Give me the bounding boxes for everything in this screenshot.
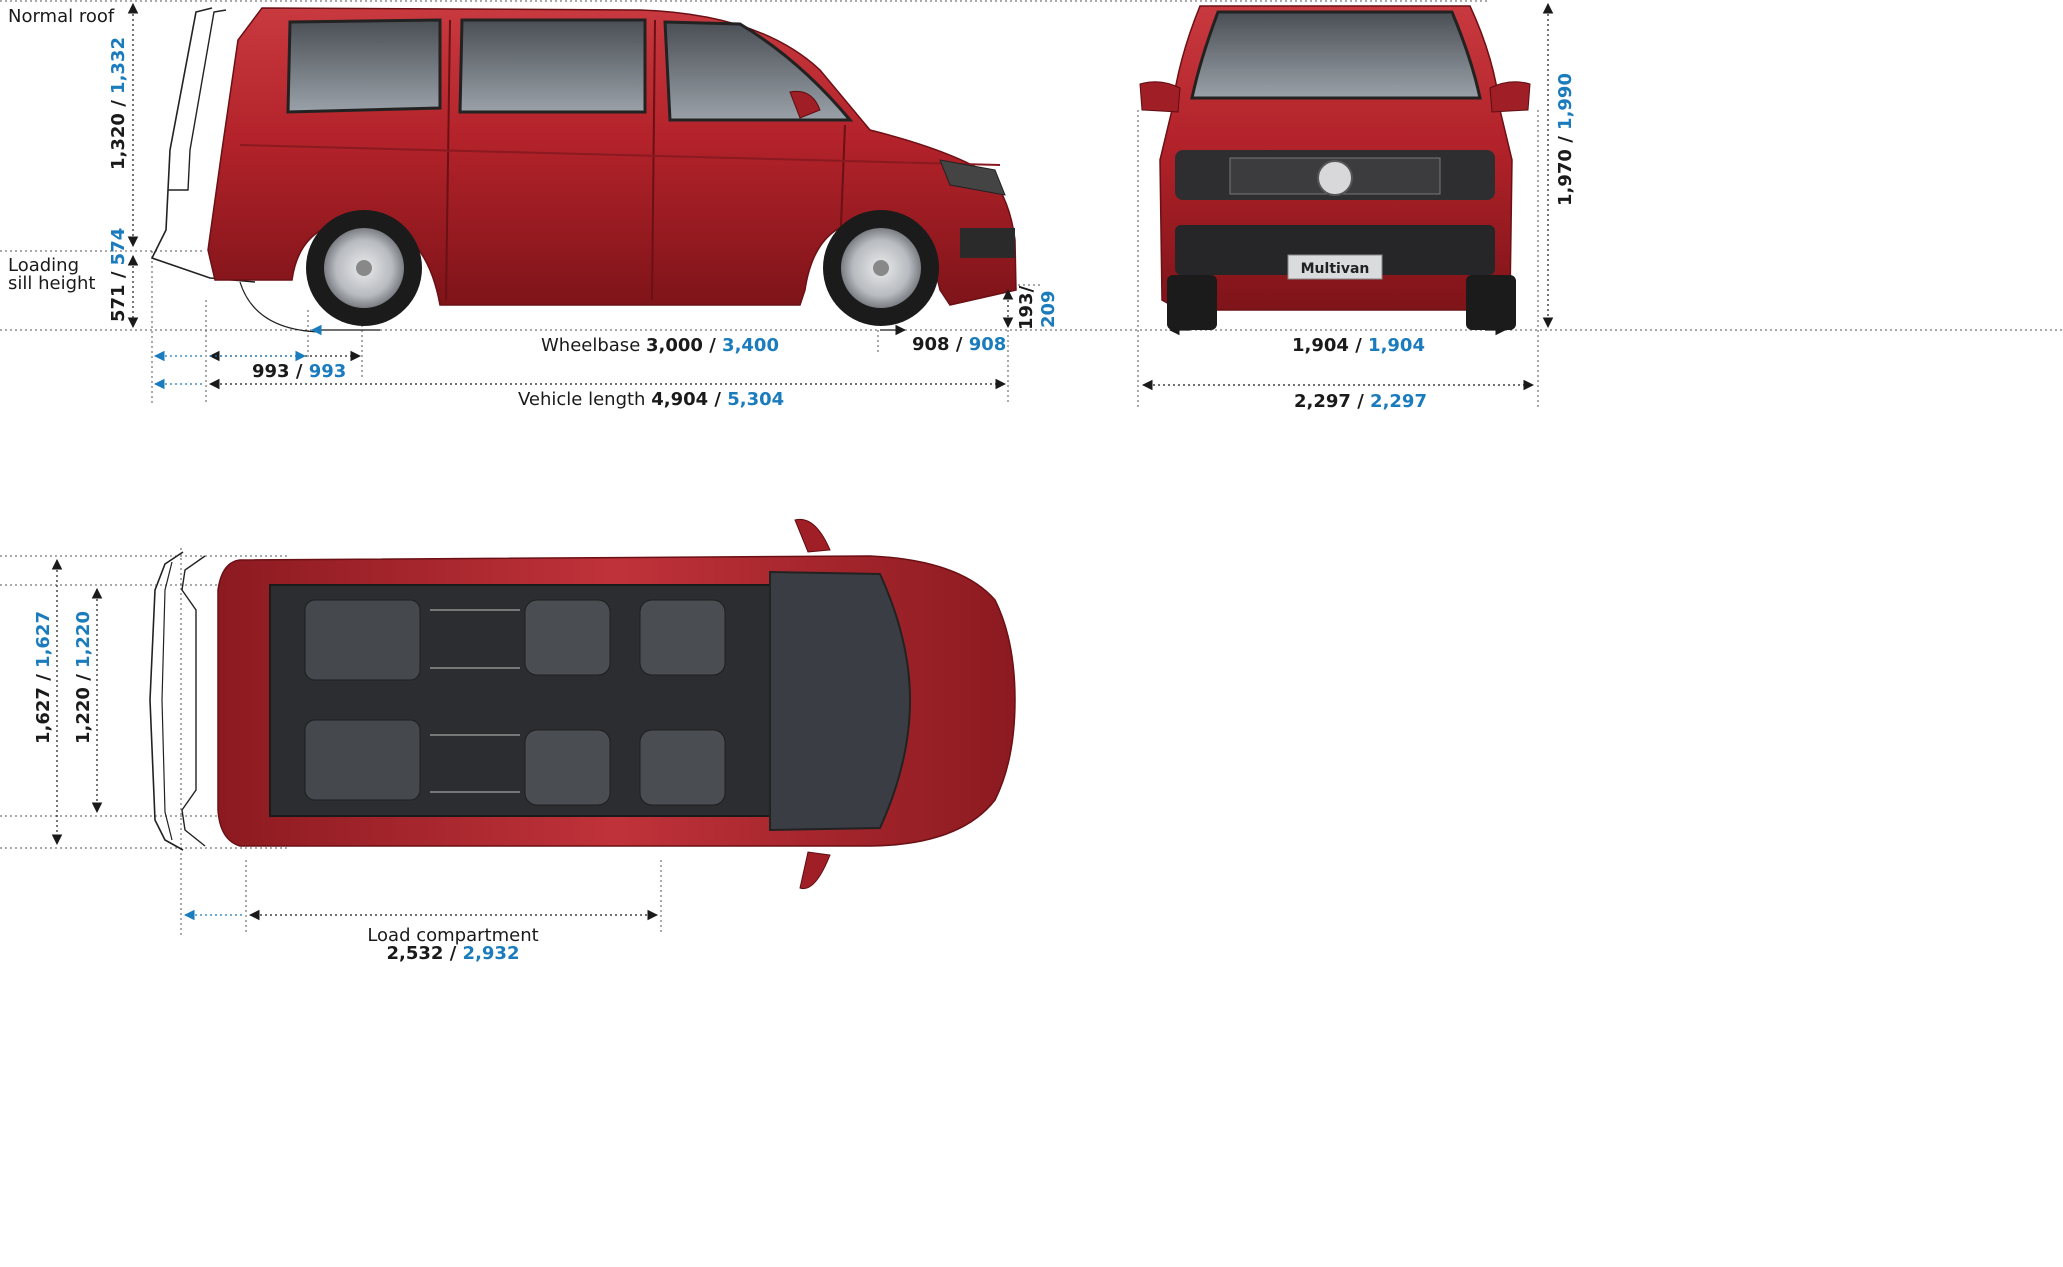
top-outer-width-sep: / <box>33 667 54 688</box>
top-outer-width-label: 1,627 / 1,627 <box>33 611 54 744</box>
front-height-a: 1,970 <box>1555 149 1576 206</box>
front-width-a: 2,297 <box>1294 391 1351 412</box>
load-sep: / <box>443 943 463 964</box>
ground-clearance-a: 193/ <box>1016 285 1037 330</box>
front-width-label: 2,297 / 2,297 <box>1294 391 1427 413</box>
wheelbase-b: 3,400 <box>722 335 779 356</box>
top-inner-width-a: 1,220 <box>73 687 94 744</box>
normal-roof-label: Normal roof <box>8 6 115 27</box>
front-plate-text: Multivan <box>1301 261 1370 277</box>
front-overhang-label: 908 / 908 <box>912 334 1006 356</box>
sill-a: 571 <box>108 284 129 322</box>
vehicle-length-prefix: Vehicle length <box>518 389 652 410</box>
front-track-a: 1,904 <box>1292 335 1349 356</box>
front-track-label: 1,904 / 1,904 <box>1292 335 1425 357</box>
top-inner-width-sep: / <box>73 667 94 688</box>
load-a: 2,532 <box>386 943 444 964</box>
front-view-van: Multivan <box>1139 5 1531 330</box>
front-height-b: 1,990 <box>1555 73 1576 130</box>
ground-clearance-a-label: 193/ <box>1016 286 1037 330</box>
wheelbase-prefix: Wheelbase <box>541 335 646 356</box>
front-width-sep: / <box>1350 391 1371 412</box>
load-compartment-value: 2,532 / 2,932 <box>353 943 553 965</box>
ground-clearance-b: 209 <box>1038 290 1059 328</box>
sill-b: 574 <box>108 227 129 266</box>
rear-overhang-a: 993 <box>252 361 290 382</box>
side-height-sep: / <box>108 93 129 114</box>
front-width-b: 2,297 <box>1370 391 1427 412</box>
vehicle-length-label: Vehicle length 4,904 / 5,304 <box>518 389 784 411</box>
top-outer-width-a: 1,627 <box>33 687 54 744</box>
side-height-b: 1,332 <box>108 37 129 94</box>
top-outer-width-b: 1,627 <box>33 611 54 668</box>
front-height-label: 1,970 / 1,990 <box>1555 73 1576 206</box>
wheelbase-label: Wheelbase 3,000 / 3,400 <box>541 335 779 357</box>
side-height-label: 1,320 / 1,332 <box>108 37 129 170</box>
wheelbase-a: 3,000 <box>646 335 703 356</box>
front-overhang-b: 908 <box>968 334 1007 355</box>
dimension-diagram: Multivan <box>0 0 2063 935</box>
side-view-van <box>150 7 1017 333</box>
side-height-a: 1,320 <box>108 113 129 170</box>
rear-overhang-label: 993 / 993 <box>252 361 346 383</box>
wheelbase-sep: / <box>702 335 723 356</box>
front-height-sep: / <box>1555 129 1576 150</box>
sill-height-label: 571 / 574 <box>108 228 129 322</box>
sill-sep: / <box>108 265 129 285</box>
front-track-sep: / <box>1348 335 1369 356</box>
top-inner-width-label: 1,220 / 1,220 <box>73 611 94 744</box>
load-b: 2,932 <box>462 943 520 964</box>
rear-overhang-b: 993 <box>308 361 347 382</box>
vehicle-length-b: 5,304 <box>727 389 785 410</box>
top-view-van <box>149 518 1016 890</box>
rear-overhang-sep: / <box>289 361 309 382</box>
sill-label-2: sill height <box>8 273 96 294</box>
top-inner-width-b: 1,220 <box>73 611 94 668</box>
front-overhang-a: 908 <box>912 334 950 355</box>
front-track-b: 1,904 <box>1368 335 1425 356</box>
vehicle-length-sep: / <box>708 389 728 410</box>
ground-clearance-b-label: 209 <box>1038 290 1059 328</box>
front-overhang-sep: / <box>949 334 969 355</box>
vehicle-length-a: 4,904 <box>651 389 709 410</box>
